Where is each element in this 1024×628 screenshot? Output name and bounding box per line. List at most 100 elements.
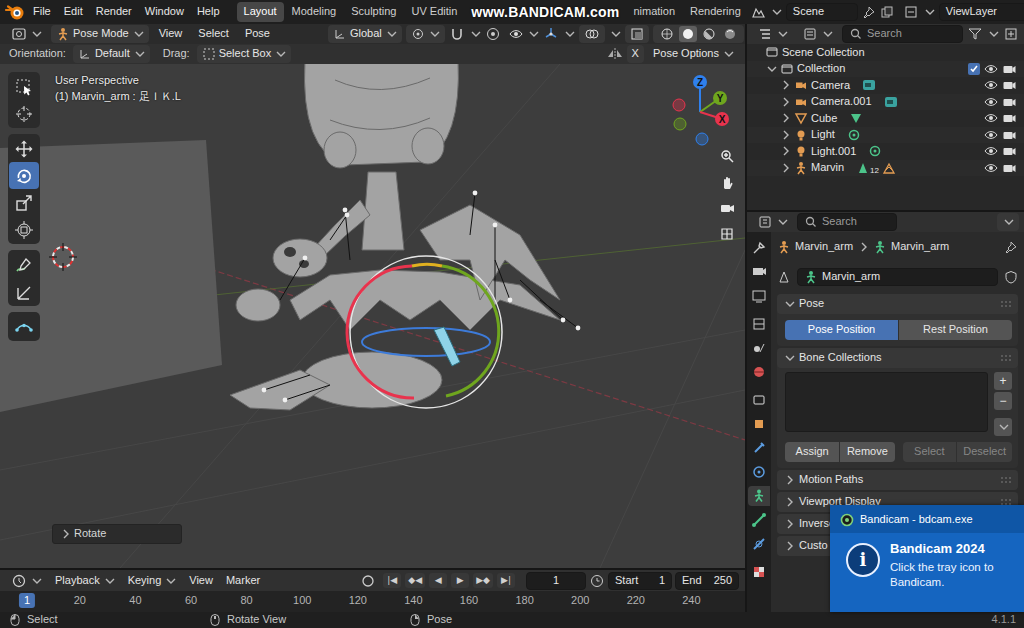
- outliner-row[interactable]: Light.001: [747, 143, 1024, 160]
- pin-button[interactable]: [1004, 240, 1018, 254]
- transport-button[interactable]: ▶: [451, 573, 469, 588]
- eye-icon[interactable]: [984, 161, 998, 175]
- workspace-tab[interactable]: Modeling: [285, 2, 344, 21]
- action-button[interactable]: Assign: [785, 442, 839, 462]
- mesh-data-icon[interactable]: [849, 111, 863, 125]
- add-button[interactable]: +: [994, 372, 1012, 390]
- copy-icon[interactable]: [880, 5, 894, 19]
- menu-item[interactable]: File: [27, 2, 57, 21]
- chevron-right-icon[interactable]: [779, 95, 791, 109]
- filter-icon[interactable]: [967, 26, 983, 42]
- chevron-down-icon[interactable]: [469, 27, 481, 41]
- outliner-search-input[interactable]: [867, 27, 956, 40]
- bone-collection-listbox[interactable]: [785, 372, 988, 432]
- pivot-dropdown[interactable]: [406, 25, 445, 43]
- material-shading[interactable]: [700, 26, 718, 42]
- properties-tab[interactable]: [748, 314, 770, 334]
- options-dropdown[interactable]: [997, 213, 1019, 231]
- properties-tab[interactable]: [748, 462, 770, 482]
- viewport-canvas[interactable]: User Perspective(1) Marvin_arm : 足ＩＫ.LZY…: [0, 64, 745, 568]
- mode-dropdown[interactable]: Pose Mode: [51, 25, 149, 43]
- workspace-tab[interactable]: Rendering: [683, 2, 748, 21]
- scene-field[interactable]: Scene: [786, 3, 858, 21]
- menu-item[interactable]: Edit: [58, 2, 89, 21]
- bone-collections-header[interactable]: Bone Collections: [777, 348, 1018, 368]
- properties-tab[interactable]: [748, 286, 770, 306]
- eye-icon[interactable]: [984, 111, 998, 125]
- eye-icon[interactable]: [984, 95, 998, 109]
- collection-checkbox[interactable]: [968, 63, 980, 75]
- axis-label[interactable]: Z: [697, 77, 703, 88]
- camera-data-icon[interactable]: [862, 78, 876, 92]
- timeline-menu[interactable]: Marker: [221, 572, 265, 590]
- outliner-row[interactable]: Camera.001: [747, 94, 1024, 111]
- properties-tab[interactable]: [748, 390, 770, 410]
- header-menu[interactable]: Pose: [239, 25, 276, 42]
- view-layer-field[interactable]: ViewLayer: [939, 3, 1024, 21]
- properties-tab[interactable]: [748, 238, 770, 258]
- header-menu[interactable]: View: [153, 25, 189, 42]
- properties-tab[interactable]: [748, 534, 770, 554]
- timeline-menu[interactable]: View: [184, 572, 218, 590]
- properties-tab[interactable]: [748, 562, 770, 582]
- properties-tab[interactable]: [748, 438, 770, 458]
- armature-data-icon[interactable]: [856, 161, 870, 175]
- zoom-button[interactable]: [715, 144, 739, 168]
- chevron-right-icon[interactable]: [779, 161, 791, 175]
- transport-button[interactable]: ▶◆: [473, 573, 493, 588]
- menu-item[interactable]: Render: [90, 2, 138, 21]
- chevron-right-icon[interactable]: [779, 78, 791, 92]
- remove-button[interactable]: −: [994, 392, 1012, 410]
- properties-tab[interactable]: [748, 262, 770, 282]
- eye-icon[interactable]: [984, 128, 998, 142]
- camera-view-button[interactable]: [715, 196, 739, 220]
- drag-handle[interactable]: [1000, 299, 1012, 309]
- new-collection-icon[interactable]: [1003, 26, 1019, 42]
- mirror-icon[interactable]: [607, 47, 623, 61]
- specials-menu-button[interactable]: [994, 418, 1012, 436]
- orientation-dropdown[interactable]: Global: [328, 25, 402, 43]
- rendered-shading[interactable]: [721, 26, 739, 42]
- editor-type-button[interactable]: [6, 25, 47, 43]
- axis-dot[interactable]: [713, 91, 727, 105]
- view-layer-icon[interactable]: [903, 4, 919, 20]
- select-box-tool[interactable]: [9, 73, 39, 100]
- properties-tab[interactable]: [748, 486, 770, 506]
- pose-position-button[interactable]: Pose Position: [785, 320, 898, 340]
- camera-data-icon[interactable]: [884, 95, 898, 109]
- start-frame-field[interactable]: Start1: [608, 572, 672, 590]
- armature-data-icon[interactable]: [777, 270, 791, 284]
- scale-tool[interactable]: [9, 189, 39, 216]
- transport-button[interactable]: |◀: [383, 573, 401, 588]
- render-camera-icon[interactable]: [1002, 161, 1016, 175]
- axis-dot[interactable]: [715, 112, 729, 126]
- overlay-button[interactable]: [579, 25, 605, 43]
- xray-button[interactable]: [625, 25, 649, 43]
- visibility-icon[interactable]: [509, 27, 523, 41]
- axis-label[interactable]: Y: [717, 93, 724, 104]
- workspace-tab[interactable]: Layout: [237, 2, 284, 21]
- axis-dot[interactable]: [693, 75, 707, 89]
- rotate-tool[interactable]: [9, 162, 39, 189]
- record-icon[interactable]: [360, 573, 376, 589]
- proportional-icon[interactable]: [485, 26, 501, 42]
- chevron-down-icon[interactable]: [527, 27, 539, 41]
- measure-tool[interactable]: [9, 278, 39, 305]
- display-mode-button[interactable]: [797, 25, 838, 43]
- menu-item[interactable]: Help: [191, 2, 226, 21]
- grid-button[interactable]: [715, 222, 739, 246]
- orientation-default-dropdown[interactable]: Default: [73, 45, 150, 63]
- render-camera-icon[interactable]: [1002, 111, 1016, 125]
- current-frame-field[interactable]: 1: [526, 572, 586, 590]
- light-data-icon[interactable]: [847, 128, 861, 142]
- render-camera-icon[interactable]: [1002, 78, 1016, 92]
- pose-position-button[interactable]: Rest Position: [899, 320, 1012, 340]
- outliner-row[interactable]: Light: [747, 127, 1024, 144]
- cursor-tool[interactable]: [9, 100, 39, 127]
- breadcrumb-item[interactable]: Marvin_arm: [891, 240, 949, 253]
- scene-icon[interactable]: [750, 4, 766, 20]
- properties-tab[interactable]: [748, 362, 770, 382]
- outliner-search[interactable]: [842, 25, 963, 43]
- chevron-down-icon[interactable]: [770, 5, 782, 19]
- pose-panel-header[interactable]: Pose: [777, 294, 1018, 314]
